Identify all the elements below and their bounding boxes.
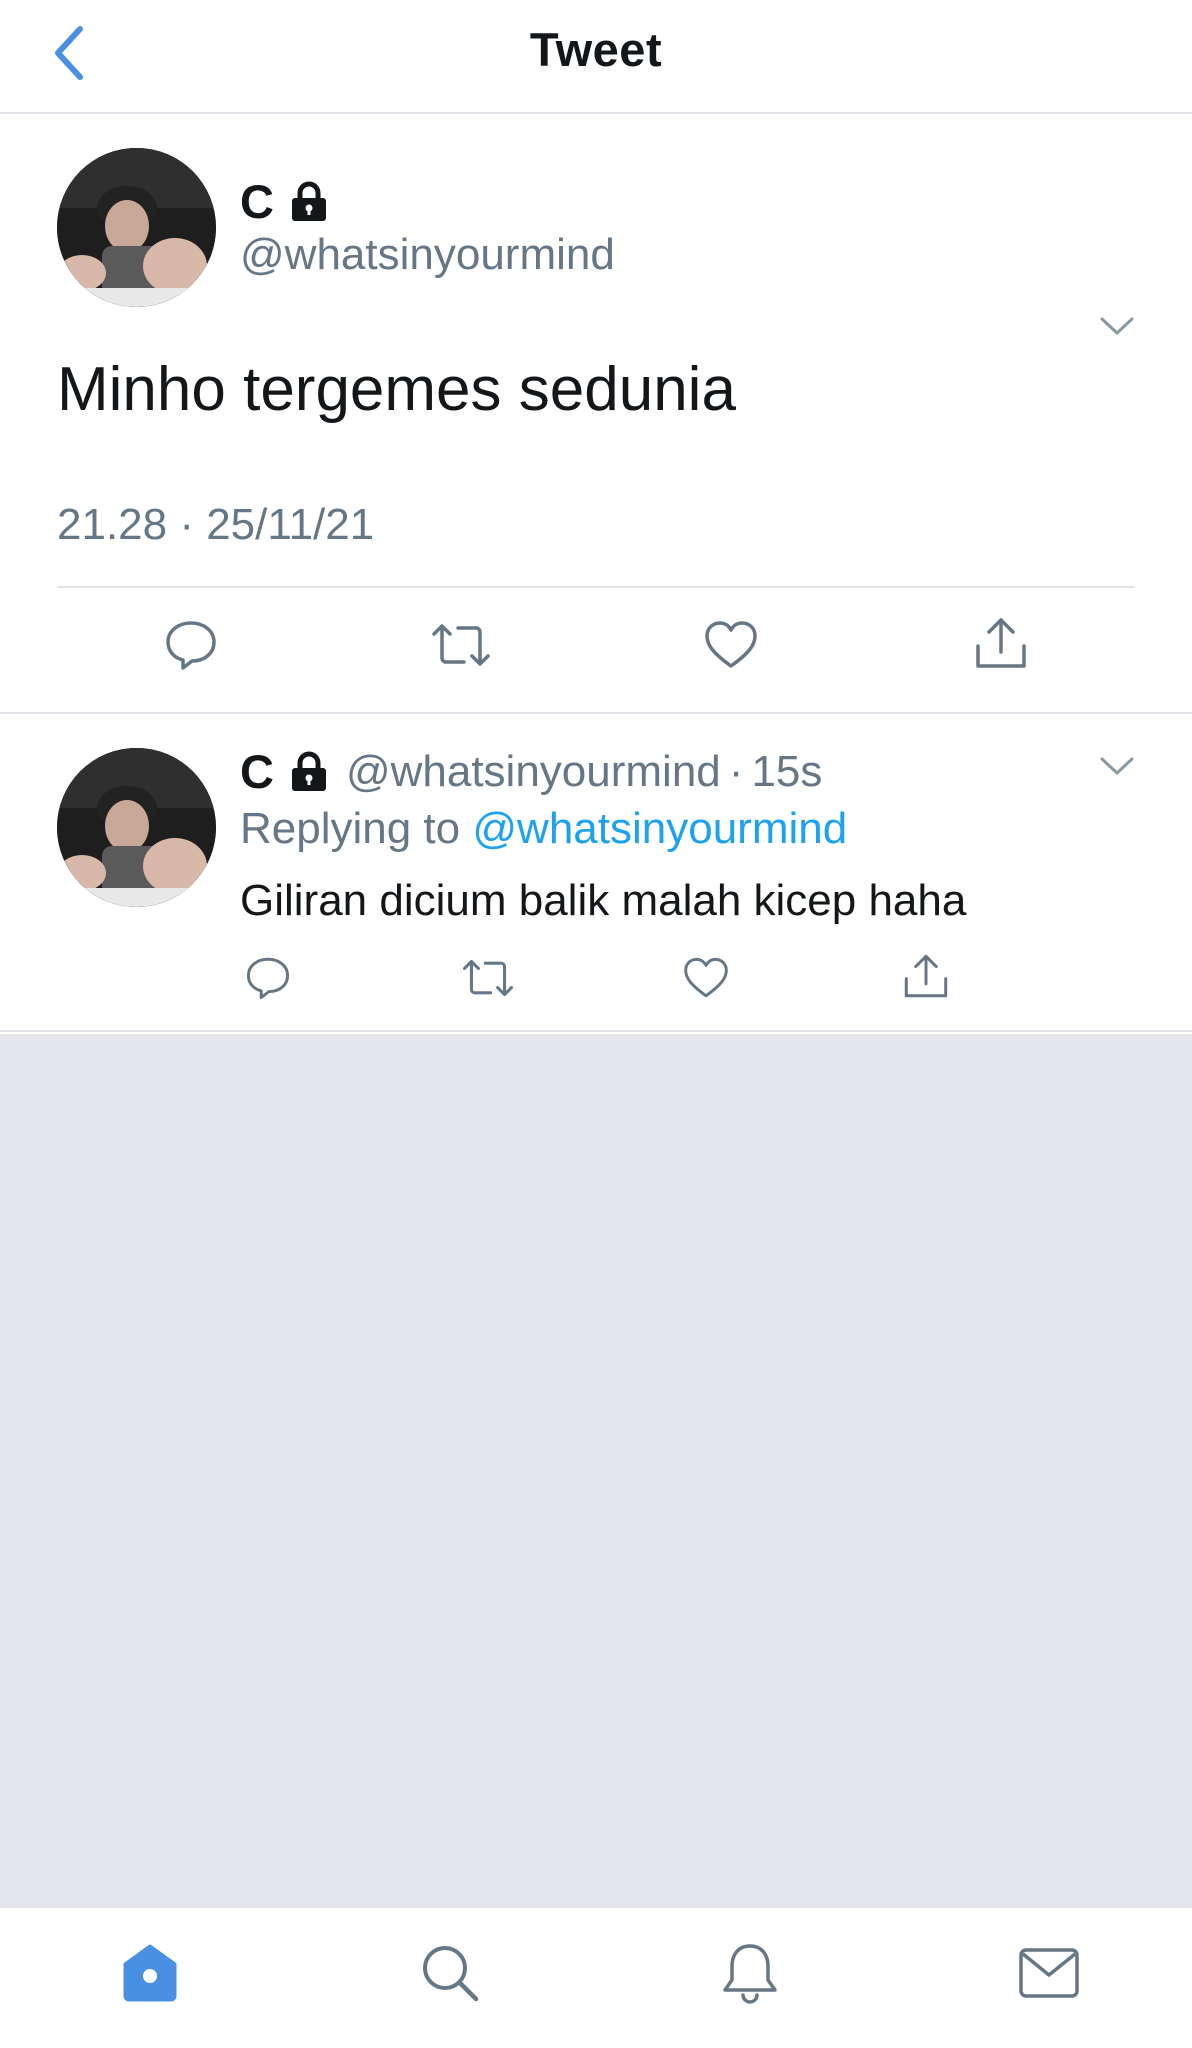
lock-icon [288, 751, 330, 793]
bottom-tab-bar [0, 1906, 1192, 2048]
tab-home[interactable] [105, 1928, 195, 2018]
like-icon [684, 957, 728, 998]
replying-to-handle[interactable]: @whatsinyourmind [472, 804, 847, 853]
share-button[interactable] [970, 610, 1032, 676]
share-icon [904, 954, 948, 998]
tweet-options-button[interactable] [1093, 306, 1141, 346]
messages-icon [1019, 1948, 1079, 1998]
retweet-icon [432, 624, 490, 666]
empty-timeline-area [0, 1034, 1192, 1906]
author-name-row: C [240, 174, 330, 229]
reply-button[interactable] [160, 614, 222, 676]
chevron-down-icon [1100, 757, 1134, 775]
retweet-icon [462, 959, 514, 997]
like-button[interactable] [680, 952, 732, 1004]
replying-to-label: Replying to [240, 804, 461, 853]
home-icon [123, 1944, 177, 2002]
reply-tweet[interactable]: C @whatsinyourmind · 15s Replying to @wh… [0, 716, 1192, 1032]
reply-icon [166, 621, 216, 670]
page-title: Tweet [529, 23, 663, 76]
avatar-photo [57, 748, 216, 907]
retweet-button[interactable] [460, 952, 516, 1004]
chevron-down-icon [1100, 317, 1134, 335]
like-icon [705, 621, 757, 668]
author-name-row: C @whatsinyourmind · 15s [240, 744, 822, 799]
tweet-detail-screen: Tweet C @whatsinyourmind Minho tergemes … [0, 0, 1192, 2048]
divider [57, 586, 1135, 588]
reply-button[interactable] [242, 952, 294, 1004]
lock-icon [288, 181, 330, 223]
tweet-timestamp: 21.28 · 25/11/21 [57, 500, 375, 549]
replying-to-row: Replying to @whatsinyourmind [240, 804, 847, 854]
like-button[interactable] [700, 614, 762, 676]
search-icon [423, 1946, 479, 2002]
reply-icon [246, 957, 290, 1000]
tab-notifications[interactable] [705, 1928, 795, 2018]
share-icon [976, 618, 1026, 668]
display-name[interactable]: C [240, 744, 274, 799]
tweet-time: 15s [751, 746, 823, 796]
tab-search[interactable] [405, 1928, 495, 2018]
share-button[interactable] [900, 948, 952, 1004]
avatar-photo [57, 148, 216, 307]
avatar[interactable] [57, 748, 216, 907]
avatar[interactable] [57, 148, 216, 307]
display-name[interactable]: C [240, 174, 274, 229]
tweet-options-button[interactable] [1093, 746, 1141, 786]
retweet-button[interactable] [428, 614, 494, 676]
separator-dot: · [728, 746, 744, 796]
tab-messages[interactable] [1004, 1928, 1094, 2018]
main-tweet: C @whatsinyourmind Minho tergemes seduni… [0, 116, 1192, 714]
author-handle[interactable]: @whatsinyourmind [240, 230, 615, 280]
navigation-header: Tweet [0, 0, 1192, 114]
author-handle[interactable]: @whatsinyourmind [346, 747, 721, 797]
notifications-icon [723, 1944, 777, 2004]
tweet-text: Giliran dicium balik malah kicep haha [240, 876, 967, 925]
tweet-text: Minho tergemes sedunia [57, 355, 736, 424]
